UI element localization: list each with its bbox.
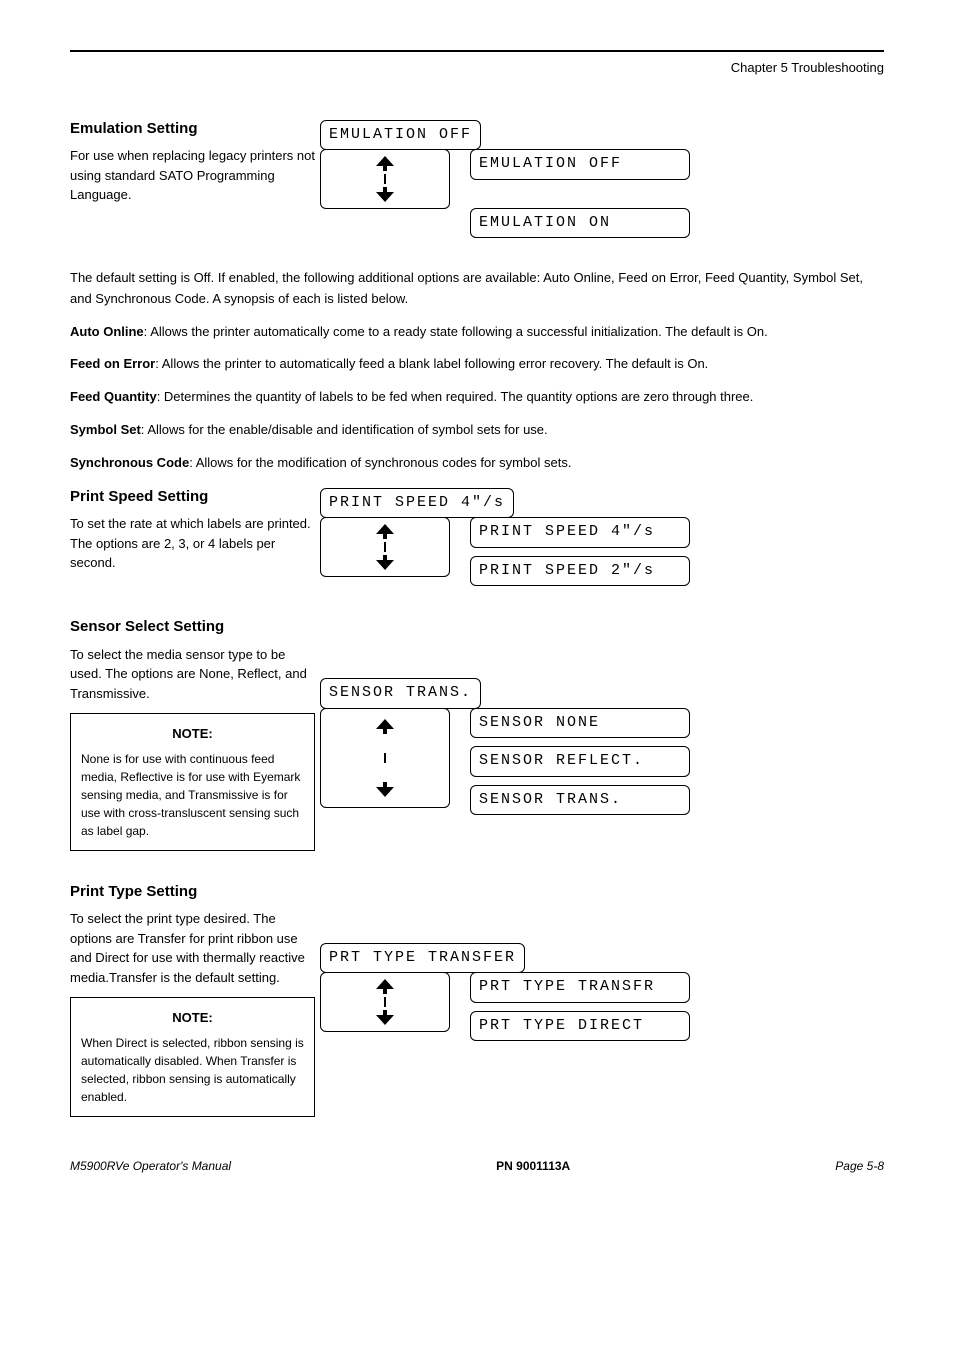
emulation-desc: For use when replacing legacy printers n…: [70, 146, 320, 205]
lcd-sensor-main: SENSOR TRANS.: [320, 678, 481, 709]
emulation-auto-online: Auto Online: Allows the printer automati…: [70, 322, 884, 343]
lcd-prttype-direct: PRT TYPE DIRECT: [470, 1011, 690, 1042]
feed-qty-text: Determines the quantity of labels to be …: [164, 389, 753, 404]
footer-pn: PN 9001113A: [496, 1157, 570, 1175]
sync-label: Synchronous Code: [70, 455, 189, 470]
lcd-prttype-main: PRT TYPE TRANSFER: [320, 943, 525, 974]
lcd-printspeed-2: PRINT SPEED 2"/s: [470, 556, 690, 587]
arrow-up-icon: [376, 524, 394, 534]
feed-error-text: Allows the printer to automatically feed…: [162, 356, 709, 371]
lcd-sensor-none: SENSOR NONE: [470, 708, 690, 739]
arrow-down-icon: [376, 1015, 394, 1025]
print-type-title: Print Type Setting: [70, 881, 320, 904]
arrow-up-icon: [376, 156, 394, 166]
lcd-emulation-off: EMULATION OFF: [470, 149, 690, 180]
lcd-printspeed-4: PRINT SPEED 4"/s: [470, 517, 690, 548]
sensor-title: Sensor Select Setting: [70, 616, 320, 639]
sensor-note-text: None is for use with continuous feed med…: [81, 750, 304, 840]
arrow-panel: [320, 708, 450, 808]
auto-online-text: Allows the printer automatically come to…: [150, 324, 768, 339]
arrow-panel: [320, 517, 450, 577]
vbar-icon: [384, 542, 386, 552]
symbol-label: Symbol Set: [70, 422, 141, 437]
sensor-note-box: NOTE: None is for use with continuous fe…: [70, 713, 315, 851]
sensor-note-title: NOTE:: [81, 724, 304, 744]
vbar-icon: [384, 174, 386, 184]
footer-page: Page 5-8: [835, 1157, 884, 1175]
lcd-printspeed-main: PRINT SPEED 4"/s: [320, 488, 514, 519]
feed-error-label: Feed on Error: [70, 356, 155, 371]
symbol-text: Allows for the enable/disable and identi…: [147, 422, 547, 437]
print-speed-title: Print Speed Setting: [70, 486, 320, 509]
section-sensor: Sensor Select Setting To select the medi…: [70, 616, 884, 851]
emulation-note-pre: The default setting is Off. If enabled, …: [70, 268, 884, 310]
print-type-note-title: NOTE:: [81, 1008, 304, 1028]
vbar-icon: [384, 997, 386, 1007]
arrow-up-icon: [376, 719, 394, 729]
print-type-desc: To select the print type desired. The op…: [70, 909, 320, 987]
arrow-down-icon: [376, 192, 394, 202]
lcd-sensor-reflect: SENSOR REFLECT.: [470, 746, 690, 777]
auto-online-label: Auto Online: [70, 324, 144, 339]
sync-text: Allows for the modification of synchrono…: [196, 455, 572, 470]
arrow-up-icon: [376, 979, 394, 989]
sensor-desc: To select the media sensor type to be us…: [70, 645, 320, 704]
feed-qty-label: Feed Quantity: [70, 389, 157, 404]
emulation-feed-error: Feed on Error: Allows the printer to aut…: [70, 354, 884, 375]
header-divider: [70, 50, 884, 52]
section-print-speed: Print Speed Setting To set the rate at w…: [70, 486, 884, 587]
arrow-panel: [320, 149, 450, 209]
arrow-down-icon: [376, 787, 394, 797]
lcd-emulation-on: EMULATION ON: [470, 208, 690, 239]
print-speed-desc: To set the rate at which labels are prin…: [70, 514, 320, 573]
footer: M5900RVe Operator's Manual PN 9001113A P…: [70, 1157, 884, 1175]
emulation-feed-qty: Feed Quantity: Determines the quantity o…: [70, 387, 884, 408]
lcd-sensor-trans: SENSOR TRANS.: [470, 785, 690, 816]
vbar-icon: [384, 753, 386, 763]
chapter-title: Chapter 5 Troubleshooting: [70, 58, 884, 78]
footer-left: M5900RVe Operator's Manual: [70, 1157, 231, 1175]
emulation-title: Emulation Setting: [70, 118, 320, 141]
emulation-symbol: Symbol Set: Allows for the enable/disabl…: [70, 420, 884, 441]
print-type-note-box: NOTE: When Direct is selected, ribbon se…: [70, 997, 315, 1117]
print-type-note-text: When Direct is selected, ribbon sensing …: [81, 1034, 304, 1106]
emulation-sync: Synchronous Code: Allows for the modific…: [70, 453, 884, 474]
lcd-emulation-main: EMULATION OFF: [320, 120, 481, 151]
arrow-down-icon: [376, 560, 394, 570]
section-print-type: Print Type Setting To select the print t…: [70, 881, 884, 1117]
section-emulation: Emulation Setting For use when replacing…: [70, 118, 884, 239]
arrow-panel: [320, 972, 450, 1032]
lcd-prttype-transfer: PRT TYPE TRANSFR: [470, 972, 690, 1003]
